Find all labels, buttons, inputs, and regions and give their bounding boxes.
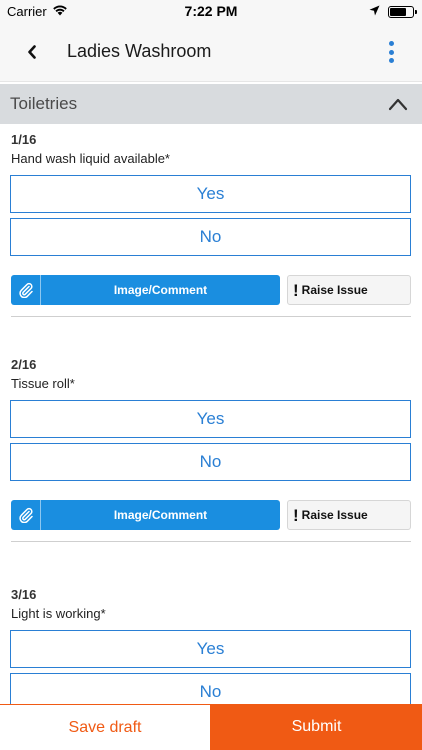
question-number: 2/16 xyxy=(11,357,37,372)
page-title: Ladies Washroom xyxy=(67,41,212,61)
more-dot-icon xyxy=(388,58,394,63)
paperclip-icon xyxy=(11,275,41,305)
back-button[interactable] xyxy=(20,40,44,64)
status-right xyxy=(369,4,417,19)
yes-button[interactable]: Yes xyxy=(10,175,411,213)
image-comment-button[interactable]: Image/Comment xyxy=(11,500,280,530)
yes-button[interactable]: Yes xyxy=(10,400,411,438)
location-arrow-icon xyxy=(369,4,380,19)
raise-issue-label: Raise Issue xyxy=(301,283,368,297)
save-draft-button[interactable]: Save draft xyxy=(0,704,211,750)
section-header[interactable]: Toiletries xyxy=(0,84,422,124)
question-text: Light is working* xyxy=(11,606,106,621)
raise-issue-label: Raise Issue xyxy=(301,508,368,522)
chevron-left-icon xyxy=(28,45,36,59)
question-number: 1/16 xyxy=(11,132,37,147)
footer-bar: Save draft Submit xyxy=(0,704,422,750)
battery-icon xyxy=(388,5,417,18)
exclamation-icon: ! xyxy=(293,505,299,525)
no-button[interactable]: No xyxy=(10,218,411,256)
status-time: 7:22 PM xyxy=(184,3,238,19)
raise-issue-button[interactable]: ! Raise Issue xyxy=(287,500,411,530)
battery-fill xyxy=(390,7,406,16)
image-comment-button[interactable]: Image/Comment xyxy=(11,275,280,305)
question-text: Tissue roll* xyxy=(11,376,75,391)
raise-issue-button[interactable]: ! Raise Issue xyxy=(287,275,411,305)
more-dot-icon xyxy=(388,49,394,55)
image-comment-label: Image/Comment xyxy=(113,508,208,522)
nav-bar: Ladies Washroom xyxy=(0,22,422,82)
yes-button[interactable]: Yes xyxy=(10,630,411,668)
no-button[interactable]: No xyxy=(10,443,411,481)
exclamation-icon: ! xyxy=(293,280,299,300)
section-title: Toiletries xyxy=(10,94,78,113)
image-comment-label: Image/Comment xyxy=(113,283,208,297)
status-bar: Carrier 7:22 PM xyxy=(0,0,422,22)
more-options-button[interactable] xyxy=(386,41,396,63)
question-text: Hand wash liquid available* xyxy=(11,151,170,166)
divider xyxy=(11,316,411,317)
chevron-up-icon[interactable] xyxy=(388,96,408,112)
paperclip-icon xyxy=(11,500,41,530)
more-dot-icon xyxy=(388,41,394,46)
divider xyxy=(11,541,411,542)
submit-button[interactable]: Submit xyxy=(211,704,422,750)
question-number: 3/16 xyxy=(11,587,37,602)
